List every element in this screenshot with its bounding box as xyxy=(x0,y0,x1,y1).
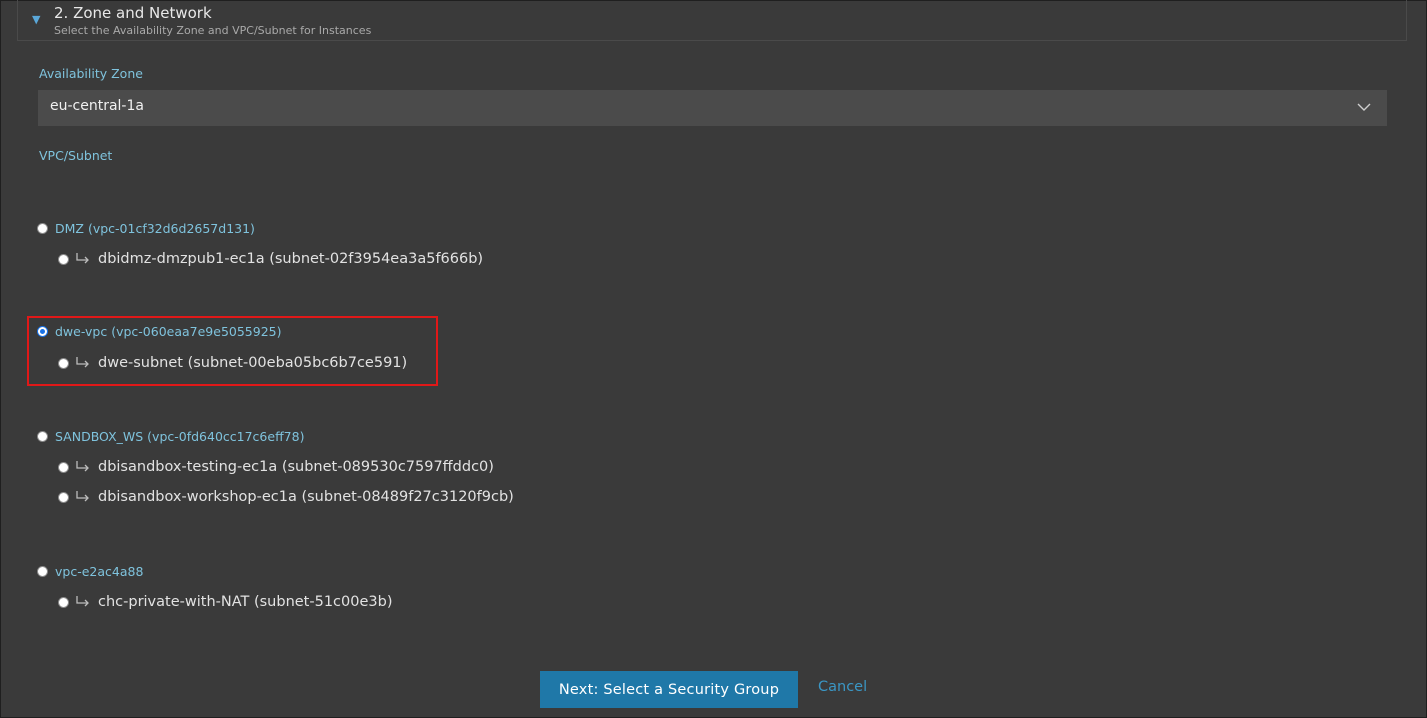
vpc-option-sandbox-ws[interactable]: SANDBOX_WS (vpc-0fd640cc17c6eff78) xyxy=(37,426,304,446)
chevron-down-icon xyxy=(1357,103,1371,111)
subnet-radio[interactable] xyxy=(58,253,69,265)
vpc-subnet-label: VPC/Subnet xyxy=(39,148,113,163)
subnet-label: chc-private-with-NAT (subnet-51c00e3b) xyxy=(98,594,393,610)
cancel-link[interactable]: Cancel xyxy=(818,679,867,695)
subnet-option[interactable]: dbidmz-dmzpub1-ec1a (subnet-02f3954ea3a5… xyxy=(58,248,483,270)
vpc-radio[interactable] xyxy=(37,430,48,442)
vpc-radio[interactable] xyxy=(37,565,48,577)
return-arrow-icon xyxy=(76,253,89,264)
subnet-radio[interactable] xyxy=(58,491,69,503)
subnet-label: dbidmz-dmzpub1-ec1a (subnet-02f3954ea3a5… xyxy=(98,251,484,267)
section-subtitle: Select the Availability Zone and VPC/Sub… xyxy=(54,24,372,37)
vpc-label: vpc-e2ac4a88 xyxy=(55,563,144,579)
vpc-option-vpc-e2ac4a88[interactable]: vpc-e2ac4a88 xyxy=(37,561,143,581)
subnet-radio[interactable] xyxy=(58,461,69,473)
availability-zone-value: eu-central-1a xyxy=(50,98,144,114)
next-select-security-group-button[interactable]: Next: Select a Security Group xyxy=(540,671,798,708)
subnet-option[interactable]: dbisandbox-workshop-ec1a (subnet-08489f2… xyxy=(58,486,514,508)
availability-zone-label: Availability Zone xyxy=(39,66,143,81)
return-arrow-icon xyxy=(76,461,89,472)
vpc-label: DMZ (vpc-01cf32d6d2657d131) xyxy=(55,220,255,236)
subnet-option[interactable]: dbisandbox-testing-ec1a (subnet-089530c7… xyxy=(58,456,494,478)
vpc-radio[interactable] xyxy=(37,222,48,234)
subnet-label: dbisandbox-testing-ec1a (subnet-089530c7… xyxy=(98,459,494,475)
subnet-label: dbisandbox-workshop-ec1a (subnet-08489f2… xyxy=(98,489,514,505)
caret-down-icon[interactable]: ▼ xyxy=(32,13,40,26)
highlight-box xyxy=(27,316,438,386)
availability-zone-select[interactable]: eu-central-1a xyxy=(38,90,1387,126)
return-arrow-icon xyxy=(76,596,89,607)
return-arrow-icon xyxy=(76,491,89,502)
subnet-radio[interactable] xyxy=(58,596,69,608)
section-header[interactable]: ▼ 2. Zone and Network Select the Availab… xyxy=(17,0,1407,41)
vpc-option-dmz[interactable]: DMZ (vpc-01cf32d6d2657d131) xyxy=(37,218,255,238)
subnet-option[interactable]: chc-private-with-NAT (subnet-51c00e3b) xyxy=(58,591,392,613)
section-title: 2. Zone and Network xyxy=(54,4,212,22)
vpc-label: SANDBOX_WS (vpc-0fd640cc17c6eff78) xyxy=(55,428,305,444)
